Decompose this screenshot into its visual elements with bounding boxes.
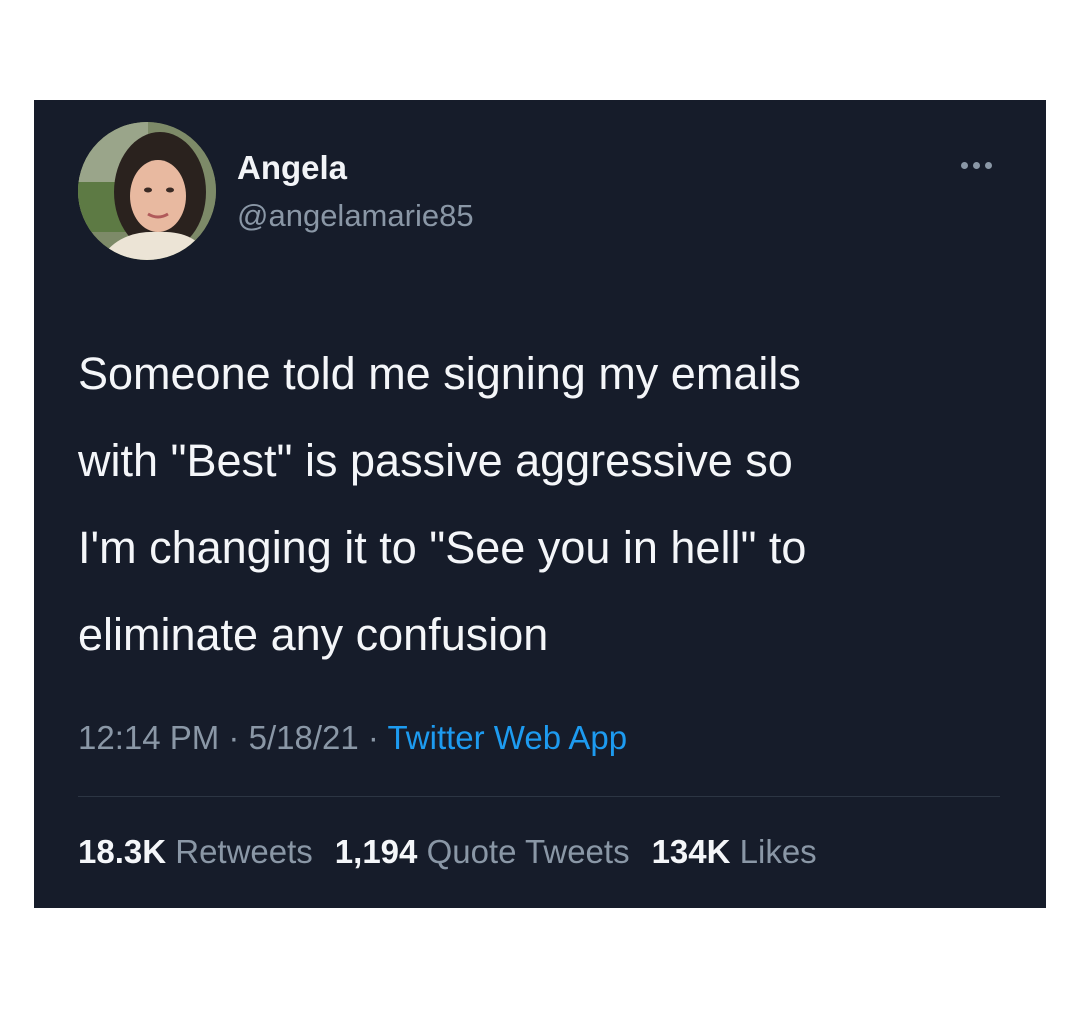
meta-separator: · (367, 719, 379, 756)
author-name[interactable]: Angela (237, 148, 347, 188)
tweet-meta: 12:14 PM · 5/18/21 · Twitter Web App (78, 716, 627, 760)
likes-label: Likes (739, 833, 817, 870)
tweet-text-line: eliminate any confusion (78, 609, 549, 660)
tweet-source-link[interactable]: Twitter Web App (387, 719, 627, 756)
more-horizontal-icon (984, 161, 992, 169)
quote-tweets-stat[interactable]: 1,194 Quote Tweets (335, 830, 630, 874)
more-horizontal-icon (960, 161, 968, 169)
tweet-time[interactable]: 12:14 PM (78, 719, 219, 756)
tweet-date[interactable]: 5/18/21 (249, 719, 359, 756)
tweet-card: Angela @angelamarie85 Someone told me si… (34, 100, 1046, 908)
divider (78, 796, 1000, 797)
more-horizontal-icon (972, 161, 980, 169)
likes-count: 134K (651, 833, 731, 870)
tweet-text-line: I'm changing it to "See you in hell" to (78, 522, 807, 573)
tweet-text-line: Someone told me signing my emails (78, 348, 801, 399)
more-options-button[interactable] (952, 152, 1000, 178)
tweet-stats: 18.3K Retweets 1,194 Quote Tweets 134K L… (78, 830, 817, 874)
retweets-stat[interactable]: 18.3K Retweets (78, 830, 313, 874)
retweets-count: 18.3K (78, 833, 167, 870)
tweet-text: Someone told me signing my emails with "… (78, 330, 1018, 678)
likes-stat[interactable]: 134K Likes (652, 830, 817, 874)
tweet-text-line: with "Best" is passive aggressive so (78, 435, 793, 486)
retweets-label: Retweets (175, 833, 313, 870)
avatar-photo (78, 122, 216, 260)
author-handle[interactable]: @angelamarie85 (237, 196, 474, 236)
meta-separator: · (228, 719, 240, 756)
quote-tweets-label: Quote Tweets (426, 833, 630, 870)
avatar[interactable] (78, 122, 216, 260)
quote-tweets-count: 1,194 (334, 833, 418, 870)
